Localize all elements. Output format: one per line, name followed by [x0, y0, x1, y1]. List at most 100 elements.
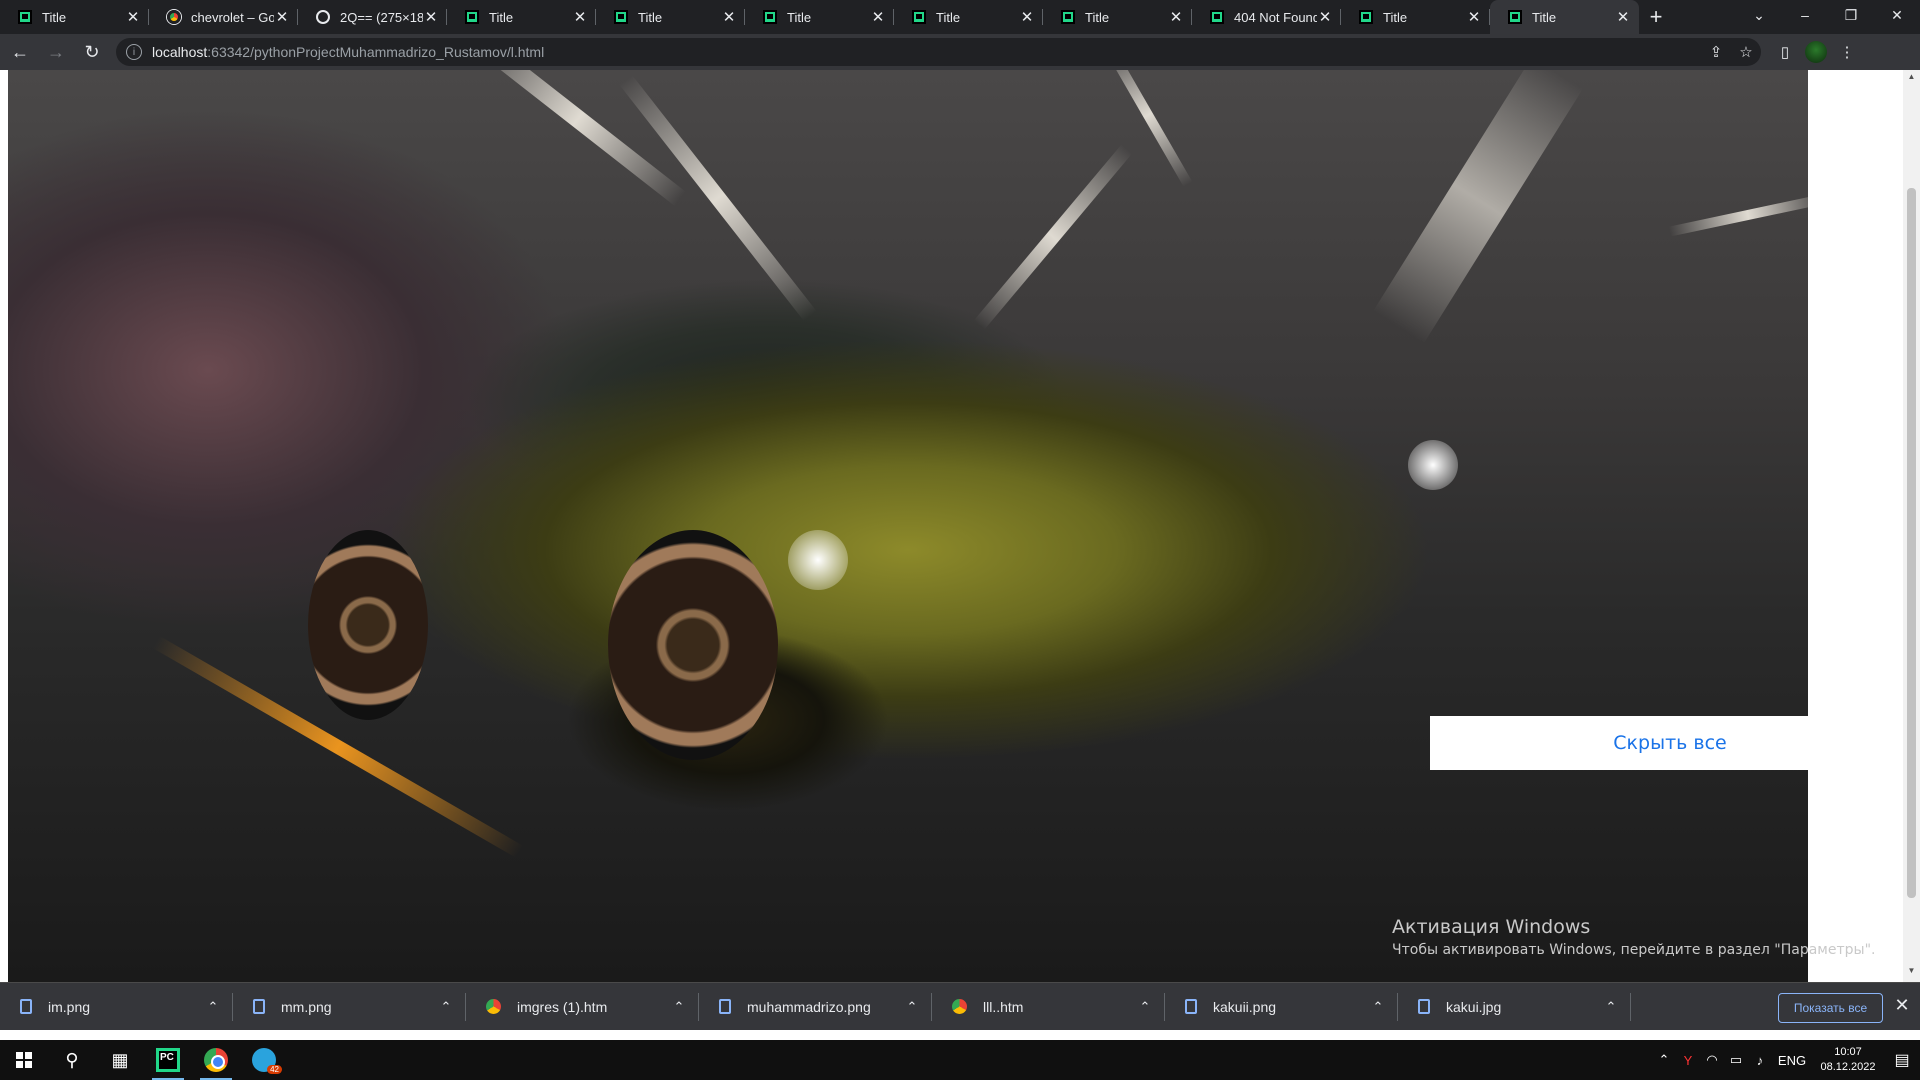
chrome-taskbar-icon[interactable] — [192, 1040, 240, 1080]
telegram-taskbar-icon[interactable]: 42 — [240, 1040, 288, 1080]
minimize-button[interactable]: – — [1782, 0, 1828, 30]
close-tab-icon[interactable]: ✕ — [572, 8, 588, 26]
close-tab-icon[interactable]: ✕ — [1466, 8, 1482, 26]
chrome-file-icon — [486, 999, 501, 1014]
chevron-up-icon[interactable]: ⌃ — [1125, 999, 1165, 1015]
scroll-up-icon[interactable]: ▲ — [1903, 72, 1920, 86]
scrollbar-thumb[interactable] — [1907, 188, 1916, 898]
address-host: localhost — [152, 44, 208, 60]
bookmark-star-icon[interactable]: ☆ — [1731, 43, 1761, 61]
chevron-up-icon[interactable]: ⌃ — [1591, 999, 1631, 1015]
tab-0[interactable]: Title ✕ — [0, 0, 149, 34]
reload-button[interactable]: ↻ — [76, 36, 108, 68]
download-filename: im.png — [48, 998, 91, 1015]
chevron-up-icon[interactable]: ⌃ — [892, 999, 932, 1015]
tab-title: chevrolet – Google — [191, 9, 274, 25]
tab-5[interactable]: Title ✕ — [745, 0, 894, 34]
tab-8[interactable]: 404 Not Found ✕ — [1192, 0, 1341, 34]
show-all-downloads-button[interactable]: Показать все — [1778, 993, 1883, 1023]
language-indicator[interactable]: ENG — [1772, 1053, 1812, 1068]
window-controls: ⌄ – ❐ ✕ — [1736, 0, 1920, 30]
close-tab-icon[interactable]: ✕ — [1615, 8, 1631, 26]
share-icon[interactable]: ⇪ — [1701, 43, 1731, 61]
tab-3[interactable]: Title ✕ — [447, 0, 596, 34]
back-button[interactable]: ← — [4, 36, 36, 68]
hide-all-button[interactable]: Скрыть все — [1430, 716, 1910, 770]
download-item[interactable]: muhammadrizo.png ⌃ — [699, 983, 932, 1031]
close-tab-icon[interactable]: ✕ — [1317, 8, 1333, 26]
tab-10[interactable]: Title ✕ — [1490, 0, 1639, 34]
close-tab-icon[interactable]: ✕ — [721, 8, 737, 26]
pycharm-taskbar-icon[interactable]: PC — [144, 1040, 192, 1080]
tab-4[interactable]: Title ✕ — [596, 0, 745, 34]
task-view-icon[interactable]: ▦ — [96, 1040, 144, 1080]
close-tab-icon[interactable]: ✕ — [274, 8, 290, 26]
show-hidden-icons-icon[interactable]: ⌃ — [1652, 1052, 1676, 1068]
chevron-up-icon[interactable]: ⌃ — [1358, 999, 1398, 1015]
download-item[interactable]: kakuii.png ⌃ — [1165, 983, 1398, 1031]
battery-icon[interactable]: ▭ — [1724, 1052, 1748, 1068]
download-filename: kakui.jpg — [1446, 998, 1502, 1015]
search-icon[interactable]: ⚲ — [48, 1040, 96, 1080]
download-item[interactable]: kakui.jpg ⌃ — [1398, 983, 1631, 1031]
tab-search-icon[interactable]: ⌄ — [1736, 0, 1782, 30]
profile-avatar[interactable] — [1805, 41, 1827, 63]
close-downloads-icon[interactable]: ✕ — [1890, 995, 1914, 1019]
restore-button[interactable]: ❐ — [1828, 0, 1874, 30]
download-item[interactable]: mm.png ⌃ — [233, 983, 466, 1031]
tab-title: 2Q== (275×183) — [340, 9, 423, 25]
address-bar[interactable]: i localhost :63342/pythonProjectMuhammad… — [116, 38, 1761, 66]
close-tab-icon[interactable]: ✕ — [1019, 8, 1035, 26]
download-item[interactable]: im.png ⌃ — [0, 983, 233, 1031]
pycharm-icon — [1210, 10, 1224, 24]
scroll-down-icon[interactable]: ▼ — [1903, 966, 1920, 980]
download-item[interactable]: lll..htm ⌃ — [932, 983, 1165, 1031]
volume-icon[interactable]: ♪ — [1748, 1053, 1772, 1068]
clock[interactable]: 10:07 08.12.2022 — [1812, 1045, 1884, 1075]
side-panel-icon[interactable]: ▯ — [1769, 36, 1801, 68]
windows-taskbar: ⚲ ▦ PC 42 ⌃ Y ◠ ▭ ♪ ENG 10:07 08.12.2022… — [0, 1040, 1920, 1080]
tab-bar: Title✕chevrolet – Google✕2Q== (275×183)✕… — [0, 0, 1920, 34]
tab-title: Title — [936, 9, 961, 25]
download-filename: kakuii.png — [1213, 998, 1277, 1015]
tab-6[interactable]: Title ✕ — [894, 0, 1043, 34]
site-info-icon[interactable]: i — [126, 44, 142, 60]
chevron-up-icon[interactable]: ⌃ — [193, 999, 233, 1015]
new-tab-button[interactable]: + — [1639, 0, 1673, 34]
chevron-up-icon[interactable]: ⌃ — [426, 999, 466, 1015]
page-scrollbar[interactable]: ▲ ▼ — [1903, 70, 1920, 982]
tab-7[interactable]: Title ✕ — [1043, 0, 1192, 34]
tab-strip: Title✕chevrolet – Google✕2Q== (275×183)✕… — [0, 0, 1639, 34]
yandex-icon[interactable]: Y — [1676, 1053, 1700, 1068]
pycharm-icon — [614, 10, 628, 24]
tab-title: Title — [1532, 9, 1557, 25]
clock-date: 08.12.2022 — [1820, 1061, 1876, 1073]
notification-icon[interactable]: ▤ — [1884, 1050, 1920, 1070]
pycharm-icon — [763, 10, 777, 24]
windows-logo-icon — [16, 1052, 32, 1068]
pycharm-icon — [1508, 10, 1522, 24]
wifi-icon[interactable]: ◠ — [1700, 1052, 1724, 1068]
car-image — [8, 70, 1808, 982]
tab-9[interactable]: Title ✕ — [1341, 0, 1490, 34]
close-window-button[interactable]: ✕ — [1874, 0, 1920, 30]
tab-title: Title — [1383, 9, 1408, 25]
close-tab-icon[interactable]: ✕ — [870, 8, 886, 26]
download-item[interactable]: imgres (1).htm ⌃ — [466, 983, 699, 1031]
chevron-up-icon[interactable]: ⌃ — [659, 999, 699, 1015]
close-tab-icon[interactable]: ✕ — [1168, 8, 1184, 26]
file-icon — [1185, 999, 1197, 1014]
tab-title: Title — [42, 9, 67, 25]
tab-2[interactable]: 2Q== (275×183)✕ — [298, 0, 447, 34]
forward-button[interactable]: → — [40, 36, 72, 68]
downloads-bar: im.png ⌃ mm.png ⌃ imgres (1).htm ⌃ muhammadriz… — [0, 982, 1920, 1030]
menu-icon[interactable]: ⋮ — [1831, 36, 1863, 68]
page-viewport: Скрыть все Активация Windows Чтобы актив… — [0, 70, 1920, 982]
tab-1[interactable]: chevrolet – Google✕ — [149, 0, 298, 34]
close-tab-icon[interactable]: ✕ — [423, 8, 439, 26]
pycharm-icon — [1061, 10, 1075, 24]
download-filename: lll..htm — [983, 998, 1024, 1015]
pycharm-icon — [912, 10, 926, 24]
close-tab-icon[interactable]: ✕ — [125, 8, 141, 26]
start-button[interactable] — [0, 1040, 48, 1080]
